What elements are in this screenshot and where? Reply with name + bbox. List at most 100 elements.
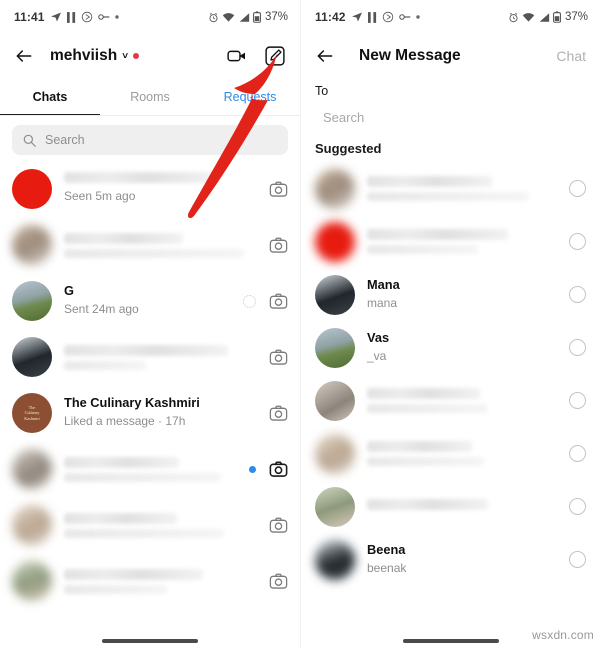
select-radio[interactable] bbox=[569, 233, 586, 250]
back-arrow-icon[interactable] bbox=[315, 46, 335, 66]
list-item[interactable] bbox=[301, 162, 600, 215]
avatar bbox=[315, 539, 355, 580]
search-input[interactable]: Search bbox=[12, 125, 288, 155]
chat-name-redacted bbox=[64, 232, 183, 244]
tab-requests[interactable]: Requests bbox=[200, 78, 300, 116]
table-row[interactable]: The Culinary Kashmiri The Culinary Kashmir… bbox=[0, 385, 300, 441]
table-row[interactable] bbox=[0, 329, 300, 385]
dot-icon bbox=[415, 15, 420, 19]
avatar bbox=[12, 169, 52, 209]
avatar bbox=[315, 486, 355, 527]
avatar bbox=[315, 274, 355, 315]
avatar bbox=[315, 327, 355, 368]
row-meta: Vas _va bbox=[367, 330, 569, 365]
list-item[interactable]: Mana mana bbox=[301, 268, 600, 321]
avatar bbox=[315, 221, 355, 262]
play-circle-icon bbox=[81, 11, 93, 23]
chevron-down-icon[interactable]: ˅ bbox=[122, 51, 128, 62]
battery-icon bbox=[553, 11, 561, 23]
row-actions bbox=[269, 516, 288, 535]
row-meta bbox=[64, 512, 269, 538]
camera-icon[interactable] bbox=[269, 516, 288, 535]
back-arrow-icon[interactable] bbox=[14, 46, 34, 66]
user-handle-redacted bbox=[367, 245, 479, 254]
chat-name-redacted bbox=[64, 568, 204, 580]
recipient-search-placeholder: Search bbox=[323, 110, 365, 125]
user-handle: beenak bbox=[367, 560, 407, 575]
select-radio[interactable] bbox=[569, 286, 586, 303]
camera-icon[interactable] bbox=[269, 292, 288, 311]
chat-button[interactable]: Chat bbox=[556, 48, 586, 64]
user-handle: mana bbox=[367, 295, 398, 310]
row-meta bbox=[64, 568, 269, 594]
unread-dot bbox=[249, 465, 256, 473]
camera-icon[interactable] bbox=[269, 180, 288, 199]
table-row[interactable]: G Sent 24m ago bbox=[0, 273, 300, 329]
status-time: 11:41 bbox=[14, 10, 45, 24]
signal-icon bbox=[538, 12, 550, 23]
chat-name: G bbox=[64, 283, 74, 299]
select-radio[interactable] bbox=[569, 339, 586, 356]
search-container: Search bbox=[0, 116, 300, 161]
list-item[interactable]: Vas _va bbox=[301, 321, 600, 374]
table-row[interactable] bbox=[0, 217, 300, 273]
chat-name-redacted bbox=[64, 456, 179, 468]
tab-rooms[interactable]: Rooms bbox=[100, 78, 200, 116]
list-item[interactable] bbox=[301, 374, 600, 427]
row-meta bbox=[367, 388, 569, 413]
select-radio[interactable] bbox=[569, 392, 586, 409]
row-meta bbox=[367, 441, 569, 466]
dual-screenshot-container: 11:41 37% mehviish ˅ Chats Rooms Request… bbox=[0, 0, 600, 648]
right-phone-screen: 11:42 37% New Message Chat To Search Sug… bbox=[300, 0, 600, 648]
home-indicator bbox=[102, 639, 198, 643]
video-camera-icon[interactable] bbox=[226, 45, 248, 67]
chat-preview-redacted bbox=[64, 528, 224, 538]
recipient-search-input[interactable]: Search bbox=[301, 104, 600, 137]
list-item[interactable] bbox=[301, 480, 600, 533]
avatar: The Culinary Kashmiri bbox=[12, 393, 52, 433]
user-name: Beena bbox=[367, 541, 406, 557]
camera-icon[interactable] bbox=[269, 236, 288, 255]
select-radio[interactable] bbox=[569, 498, 586, 515]
avatar bbox=[315, 380, 355, 421]
chat-preview-redacted bbox=[64, 360, 146, 370]
avatar bbox=[12, 505, 52, 545]
battery-percent: 37% bbox=[264, 11, 288, 23]
table-row[interactable]: Seen 5m ago bbox=[0, 161, 300, 217]
suggested-list: Mana mana Vas _va Beena beenak bbox=[301, 162, 600, 586]
loading-spinner-icon bbox=[243, 294, 256, 308]
row-meta bbox=[367, 176, 569, 201]
to-field-label: To bbox=[301, 78, 600, 104]
list-item[interactable]: Beena beenak bbox=[301, 533, 600, 586]
user-name-redacted bbox=[367, 229, 509, 240]
compose-pencil-icon[interactable] bbox=[264, 45, 286, 67]
camera-icon[interactable] bbox=[269, 572, 288, 591]
vpn-key-icon bbox=[97, 13, 110, 21]
status-bar-left-group: 11:42 bbox=[315, 10, 420, 24]
pause-icon bbox=[66, 11, 76, 23]
pause-icon bbox=[367, 11, 377, 23]
camera-icon[interactable] bbox=[269, 404, 288, 423]
table-row[interactable] bbox=[0, 553, 300, 609]
chat-tabs: Chats Rooms Requests bbox=[0, 78, 300, 116]
home-indicator bbox=[402, 639, 499, 643]
row-meta bbox=[64, 456, 249, 482]
user-handle-redacted bbox=[367, 457, 485, 466]
select-radio[interactable] bbox=[569, 551, 586, 568]
account-switcher[interactable]: mehviish ˅ bbox=[50, 47, 140, 65]
list-item[interactable] bbox=[301, 427, 600, 480]
camera-icon[interactable] bbox=[269, 460, 288, 479]
list-item[interactable] bbox=[301, 215, 600, 268]
wifi-icon bbox=[522, 12, 535, 23]
chat-name-redacted bbox=[64, 344, 228, 356]
tab-chats[interactable]: Chats bbox=[0, 78, 100, 116]
select-radio[interactable] bbox=[569, 180, 586, 197]
camera-icon[interactable] bbox=[269, 348, 288, 367]
to-label: To bbox=[315, 84, 329, 98]
avatar-logo-text: The Culinary Kashmiri bbox=[17, 398, 47, 428]
select-radio[interactable] bbox=[569, 445, 586, 462]
table-row[interactable] bbox=[0, 441, 300, 497]
left-phone-screen: 11:41 37% mehviish ˅ Chats Rooms Request… bbox=[0, 0, 300, 648]
user-handle-redacted bbox=[367, 404, 489, 413]
table-row[interactable] bbox=[0, 497, 300, 553]
